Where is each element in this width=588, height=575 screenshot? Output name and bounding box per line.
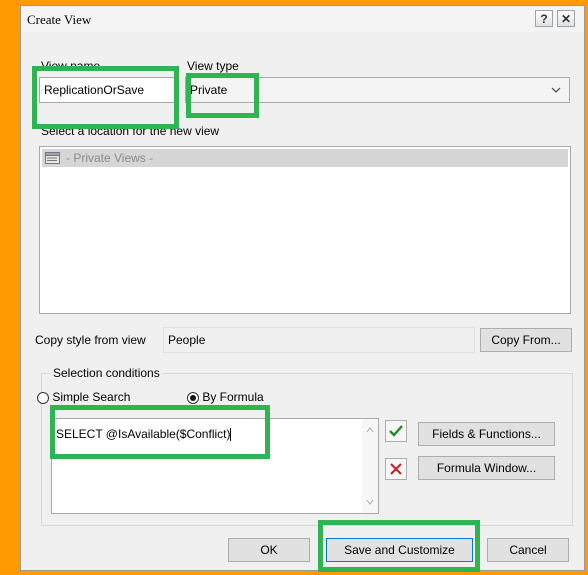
- accept-formula-button[interactable]: [385, 420, 407, 442]
- scroll-up-icon[interactable]: [366, 427, 374, 433]
- radio-by-formula[interactable]: By Formula: [187, 390, 264, 404]
- cancel-formula-button[interactable]: [385, 458, 407, 480]
- copy-style-field: People: [163, 327, 475, 353]
- selection-conditions-label: Selection conditions: [53, 366, 160, 380]
- close-button[interactable]: ✕: [557, 10, 575, 27]
- ok-button[interactable]: OK: [228, 538, 310, 562]
- save-and-customize-highlight: [318, 520, 480, 572]
- radio-formula-label: By Formula: [202, 390, 264, 404]
- list-item[interactable]: - Private Views -: [42, 149, 568, 167]
- help-button[interactable]: ?: [535, 10, 553, 27]
- view-name-highlight: [32, 66, 179, 129]
- formula-highlight: [50, 405, 270, 459]
- x-icon: [390, 463, 402, 475]
- copy-style-label: Copy style from view: [35, 333, 146, 347]
- chevron-down-icon: [551, 87, 561, 93]
- cancel-button[interactable]: Cancel: [487, 538, 569, 562]
- radio-circle-icon: [37, 391, 49, 404]
- radio-selected-icon: [187, 391, 199, 404]
- formula-window-button[interactable]: Formula Window...: [418, 456, 555, 480]
- dialog-title: Create View: [27, 12, 92, 27]
- fields-functions-button[interactable]: Fields & Functions...: [418, 422, 555, 446]
- scroll-down-icon[interactable]: [366, 499, 374, 505]
- view-folder-icon: [45, 152, 60, 164]
- view-type-label: View type: [187, 59, 239, 73]
- copy-from-button[interactable]: Copy From...: [480, 328, 572, 352]
- view-type-highlight: [186, 73, 259, 118]
- copy-style-value: People: [168, 333, 206, 347]
- radio-simple-search[interactable]: Simple Search: [37, 390, 130, 404]
- radio-simple-label: Simple Search: [52, 390, 131, 404]
- location-item-label: - Private Views -: [66, 151, 154, 165]
- title-bar: Create View ? ✕: [21, 6, 584, 32]
- location-list[interactable]: - Private Views -: [39, 146, 571, 314]
- check-icon: [389, 425, 403, 437]
- formula-scrollbar[interactable]: [362, 419, 378, 513]
